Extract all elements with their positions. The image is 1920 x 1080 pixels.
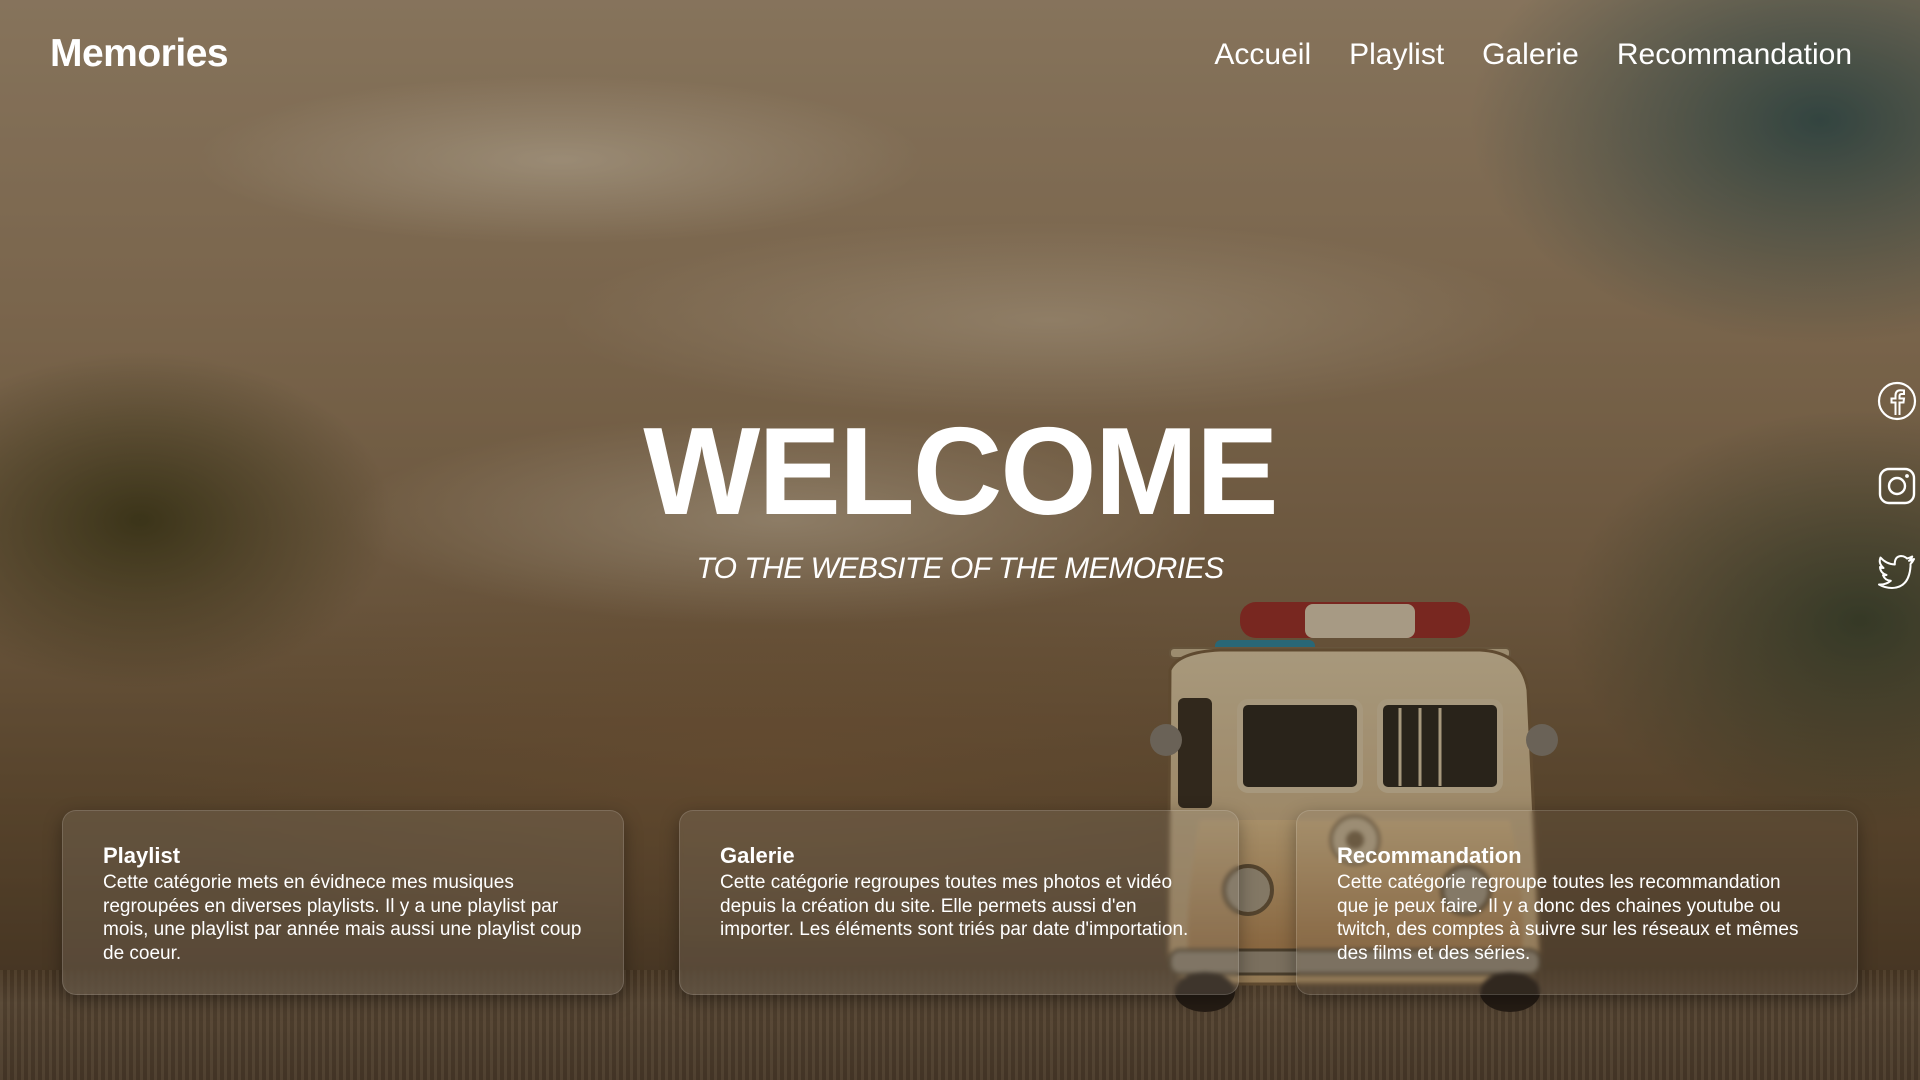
page: Memories Accueil Playlist Galerie Recomm… [0,0,1920,1080]
card-text: Cette catégorie regroupes toutes mes pho… [720,872,1189,941]
card-text: Cette catégorie mets en évidnece mes mus… [103,872,582,965]
social-links [1876,380,1920,635]
card-text: Cette catégorie regroupe toutes les reco… [1337,872,1799,965]
twitter-icon[interactable] [1876,550,1920,594]
card-title: Recommandation [1337,843,1522,868]
instagram-icon[interactable] [1876,465,1920,509]
nav-recommandation[interactable]: Recommandation [1617,38,1852,72]
facebook-icon[interactable] [1876,380,1920,424]
nav-galerie[interactable]: Galerie [1482,38,1579,72]
hero-title: WELCOME [643,403,1279,541]
main-nav: Accueil Playlist Galerie Recommandation [1214,38,1852,72]
card-title: Playlist [103,843,181,868]
card-playlist[interactable]: Playlist Cette catégorie mets en évidnec… [62,810,624,995]
card-recommandation[interactable]: Recommandation Cette catégorie regroupe … [1296,810,1858,995]
nav-playlist[interactable]: Playlist [1349,38,1444,72]
card-title: Galerie [720,843,795,868]
hero-subtitle: TO THE WEBSITE OF THE MEMORIES [696,552,1224,585]
site-logo[interactable]: Memories [50,32,229,76]
nav-accueil[interactable]: Accueil [1214,38,1311,72]
card-galerie[interactable]: Galerie Cette catégorie regroupes toutes… [679,810,1239,995]
